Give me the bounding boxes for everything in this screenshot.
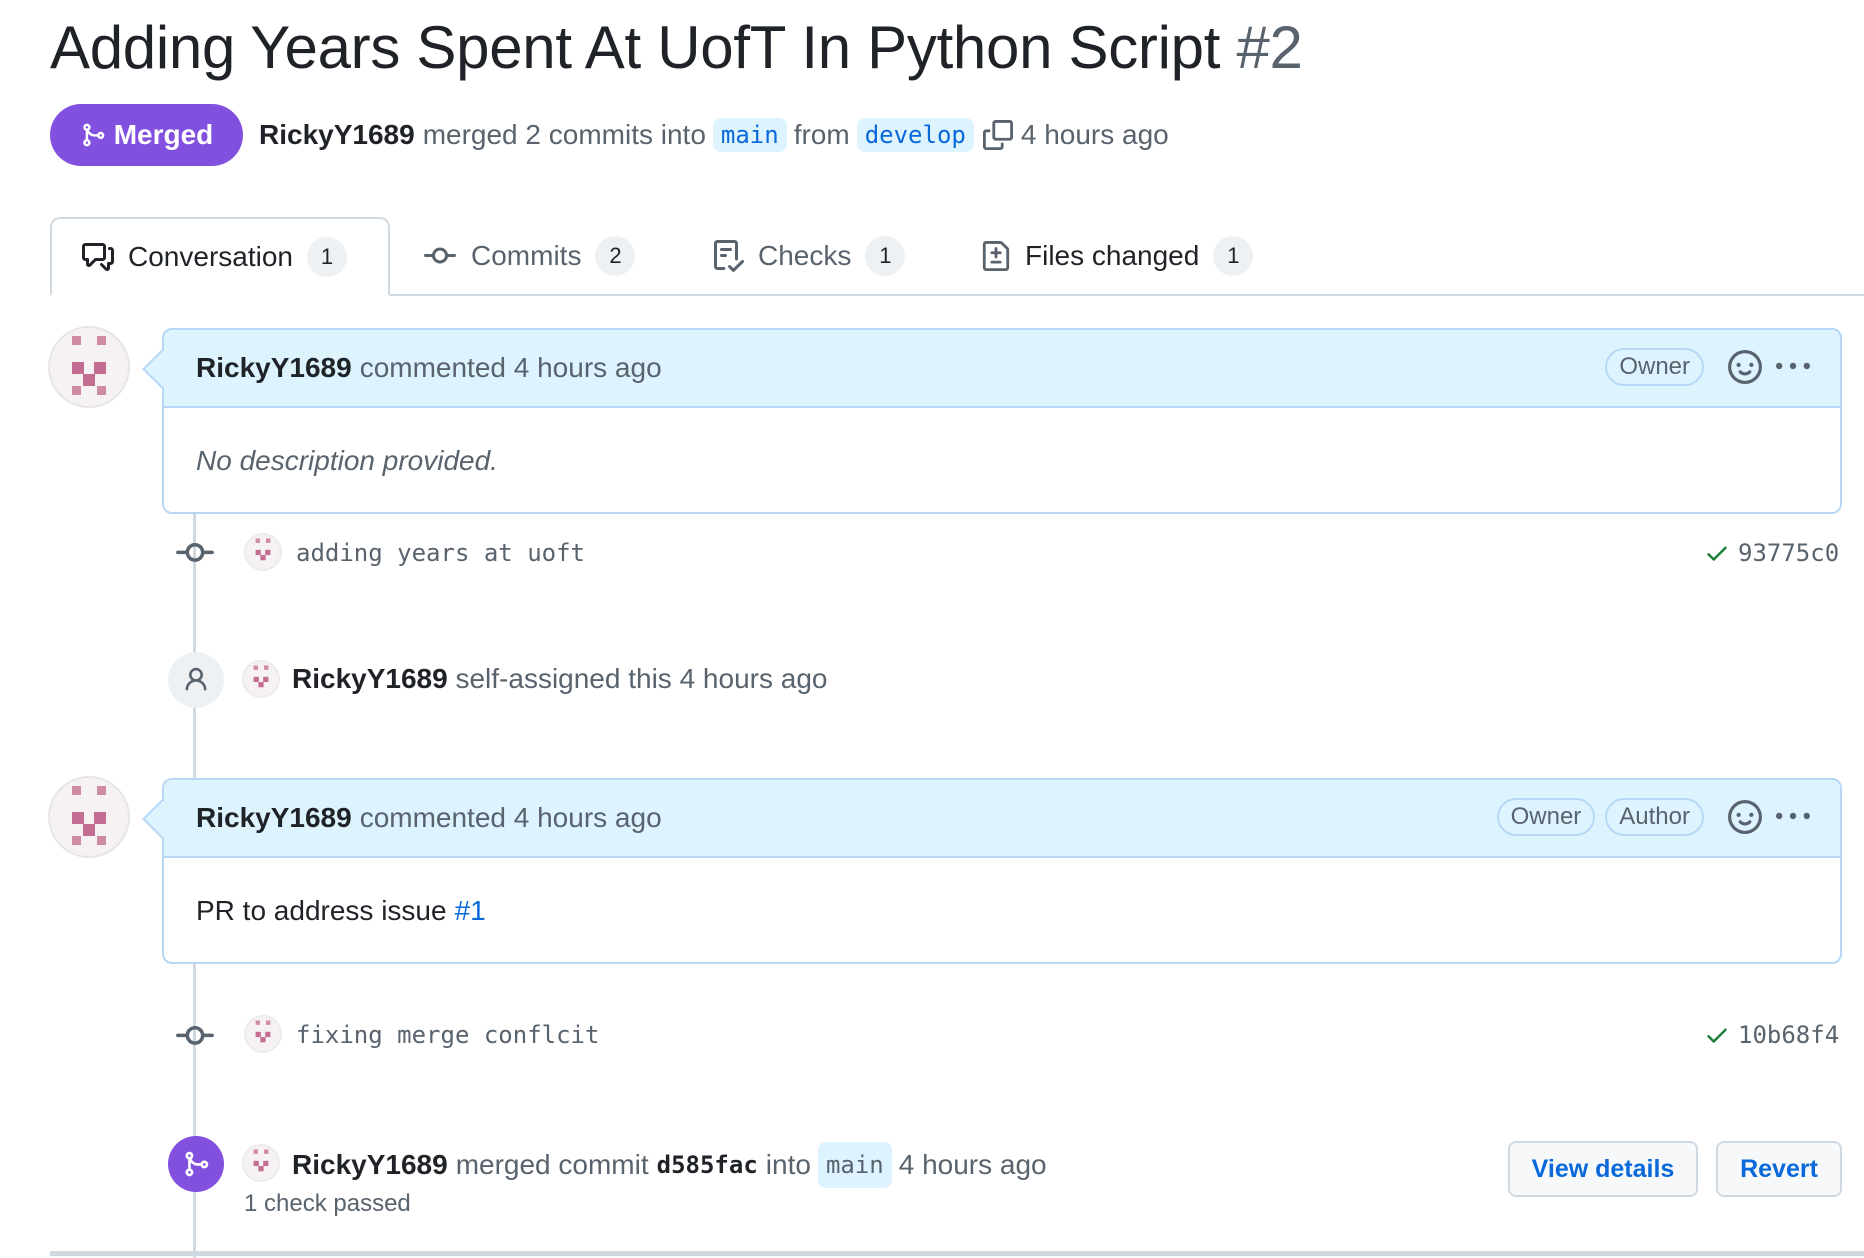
- tab-checks[interactable]: Checks 1: [712, 217, 906, 294]
- commit-message-link[interactable]: fixing merge conflcit: [296, 1020, 599, 1050]
- tab-checks-label: Checks: [758, 239, 852, 271]
- comment-card: RickyY1689 commented 4 hours ago Owner A…: [142, 778, 1842, 964]
- tab-conversation[interactable]: Conversation 1: [50, 217, 390, 296]
- comment-header: RickyY1689 commented 4 hours ago Owner A…: [142, 780, 1840, 858]
- tab-files-changed[interactable]: Files changed 1: [981, 217, 1254, 294]
- tab-commits[interactable]: Commits 2: [423, 217, 636, 294]
- from-label: from: [793, 119, 850, 150]
- comment-actions: Owner: [1605, 348, 1810, 386]
- merged-label: Merged: [113, 119, 214, 150]
- person-icon: [185, 667, 207, 691]
- event-author[interactable]: RickyY1689: [292, 663, 448, 694]
- comment-meta: commented 4 hours ago: [359, 802, 662, 833]
- avatar[interactable]: [48, 776, 130, 858]
- smiley-icon[interactable]: [1728, 350, 1762, 384]
- comment-author[interactable]: RickyY1689: [196, 352, 352, 384]
- git-commit-icon: [176, 542, 214, 562]
- tab-commits-label: Commits: [471, 239, 582, 271]
- base-branch[interactable]: main: [712, 118, 787, 152]
- identicon-icon: [253, 665, 269, 688]
- commit-status: 93775c0: [1704, 538, 1839, 568]
- merge-summary: merged 2 commits into: [422, 119, 706, 150]
- tab-files-count: 1: [1213, 235, 1254, 276]
- checklist-icon: [714, 239, 744, 272]
- avatar[interactable]: [244, 1015, 282, 1053]
- comment-arrow: [142, 349, 182, 389]
- check-icon[interactable]: [1704, 540, 1730, 566]
- identicon-icon: [72, 786, 106, 845]
- checks-status: 1 check passed: [244, 1190, 411, 1217]
- target-branch[interactable]: main: [817, 1142, 892, 1188]
- event-badge: [168, 652, 224, 708]
- comment-card: RickyY1689 commented 4 hours ago Owner N…: [142, 328, 1842, 514]
- commit-sha-link[interactable]: 93775c0: [1738, 538, 1839, 568]
- comment-body: PR to address issue #1: [164, 858, 1840, 964]
- git-commit-icon: [176, 1025, 214, 1045]
- view-details-button[interactable]: View details: [1508, 1141, 1698, 1197]
- comment-header: RickyY1689 commented 4 hours ago Owner: [142, 330, 1840, 408]
- merge-event: RickyY1689 merged commit d585fac into ma…: [292, 1142, 1047, 1188]
- merged-commit-text: merged commit: [455, 1149, 649, 1180]
- pr-number: #2: [1236, 14, 1303, 81]
- page-title: Adding Years Spent At UofT In Python Scr…: [50, 8, 1303, 88]
- owner-badge: Owner: [1605, 348, 1704, 386]
- identicon-icon: [72, 336, 106, 395]
- identicon-icon: [255, 538, 271, 561]
- merged-status-badge: Merged: [50, 104, 243, 166]
- pr-author-link[interactable]: RickyY1689: [259, 119, 415, 151]
- comment-body-text: PR to address issue: [196, 895, 447, 926]
- tab-conversation-count: 1: [306, 236, 347, 277]
- comment-arrow: [142, 799, 182, 839]
- git-commit-icon: [424, 247, 456, 263]
- tab-conversation-label: Conversation: [128, 240, 293, 272]
- merge-time: 4 hours ago: [898, 1149, 1047, 1180]
- comment-author[interactable]: RickyY1689: [196, 802, 352, 834]
- tab-files-label: Files changed: [1025, 239, 1200, 271]
- assign-event: RickyY1689 self-assigned this 4 hours ag…: [292, 660, 827, 698]
- kebab-horizontal-icon[interactable]: [1776, 800, 1810, 834]
- tab-checks-count: 1: [865, 235, 906, 276]
- merge-icon: [82, 123, 105, 147]
- merge-commit-sha[interactable]: d585fac: [657, 1145, 758, 1185]
- event-text: self-assigned this 4 hours ago: [455, 663, 828, 694]
- pr-meta: RickyY1689 merged 2 commits into main fr…: [259, 112, 1169, 158]
- tab-commits-count: 2: [595, 235, 636, 276]
- merged-event-badge: [168, 1136, 224, 1192]
- smiley-icon[interactable]: [1728, 800, 1762, 834]
- check-icon[interactable]: [1704, 1022, 1730, 1048]
- author-badge: Author: [1605, 798, 1704, 836]
- merge-icon: [185, 1151, 209, 1177]
- avatar[interactable]: [242, 660, 280, 698]
- head-branch[interactable]: develop: [856, 118, 974, 152]
- commit-status: 10b68f4: [1704, 1020, 1839, 1050]
- copy-icon[interactable]: [982, 120, 1013, 150]
- comment-body-text: No description provided.: [196, 445, 498, 476]
- commit-sha-link[interactable]: 10b68f4: [1738, 1020, 1839, 1050]
- comment-discussion-icon: [82, 242, 114, 271]
- file-diff-icon: [982, 240, 1010, 271]
- event-author[interactable]: RickyY1689: [292, 1145, 448, 1185]
- avatar[interactable]: [244, 533, 282, 571]
- identicon-icon: [253, 1149, 269, 1172]
- avatar[interactable]: [48, 326, 130, 408]
- timeline-bottom-divider: [50, 1251, 1864, 1256]
- comment-actions: Owner Author: [1496, 798, 1810, 836]
- commit-message-link[interactable]: adding years at uoft: [296, 538, 585, 568]
- into-text: into: [765, 1149, 811, 1180]
- revert-button[interactable]: Revert: [1716, 1141, 1842, 1197]
- comment-body: No description provided.: [164, 408, 1840, 514]
- identicon-icon: [255, 1020, 271, 1043]
- pr-time: 4 hours ago: [1020, 119, 1169, 150]
- kebab-horizontal-icon[interactable]: [1776, 350, 1810, 384]
- avatar[interactable]: [242, 1144, 280, 1182]
- issue-link[interactable]: #1: [455, 895, 486, 927]
- owner-badge: Owner: [1496, 798, 1596, 836]
- pr-title: Adding Years Spent At UofT In Python Scr…: [50, 14, 1221, 81]
- comment-meta: commented 4 hours ago: [359, 352, 662, 383]
